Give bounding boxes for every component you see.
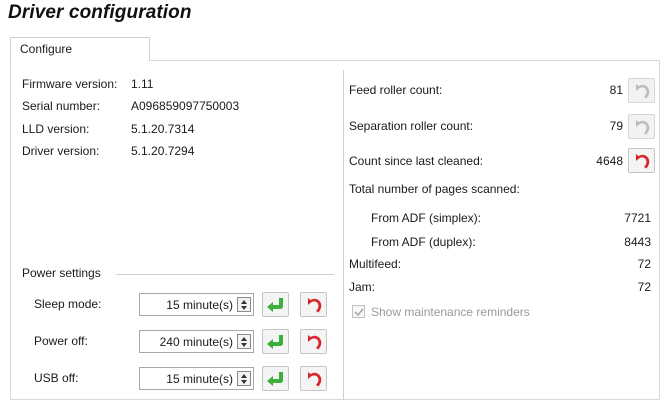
- count-since-cleaned-label: Count since last cleaned:: [349, 154, 484, 168]
- jam-value: 72: [637, 280, 651, 294]
- adf-duplex-value: 8443: [624, 235, 651, 249]
- power-settings-divider: [116, 274, 334, 275]
- separation-roller-value: 79: [609, 119, 623, 133]
- power-off-reset-button[interactable]: [300, 329, 327, 354]
- separation-roller-label: Separation roller count:: [349, 119, 474, 133]
- separation-roller-reset-button[interactable]: [628, 114, 655, 139]
- sleep-mode-spinbox[interactable]: 15 minute(s): [139, 293, 254, 316]
- usb-off-value: 15 minute(s): [166, 372, 233, 386]
- adf-duplex-label: From ADF (duplex):: [371, 235, 476, 249]
- page-title: Driver configuration: [8, 2, 192, 23]
- serial-label: Serial number:: [22, 99, 101, 113]
- count-since-cleaned-value: 4648: [596, 154, 623, 168]
- multifeed-label: Multifeed:: [349, 257, 402, 271]
- feed-roller-label: Feed roller count:: [349, 83, 443, 97]
- adf-simplex-label: From ADF (simplex):: [371, 211, 482, 225]
- gray-undo-arrow-icon: [636, 84, 650, 99]
- maintenance-reminders-checkbox[interactable]: [352, 305, 365, 318]
- spin-arrows-icon[interactable]: [237, 371, 251, 386]
- red-undo-arrow-icon: [308, 372, 322, 387]
- green-check-arrow-icon: [267, 372, 283, 386]
- power-settings-label: Power settings: [22, 266, 101, 280]
- red-undo-arrow-icon: [308, 298, 322, 313]
- adf-simplex-value: 7721: [624, 211, 651, 225]
- firmware-label: Firmware version:: [22, 77, 118, 91]
- tab-configure[interactable]: Configure: [10, 37, 150, 61]
- configure-panel: [10, 60, 660, 400]
- spin-arrows-icon[interactable]: [237, 297, 251, 312]
- sleep-mode-label: Sleep mode:: [34, 297, 102, 311]
- green-check-arrow-icon: [267, 335, 283, 349]
- usb-off-spinbox[interactable]: 15 minute(s): [139, 367, 254, 390]
- driver-value: 5.1.20.7294: [131, 144, 195, 158]
- driver-label: Driver version:: [22, 144, 100, 158]
- red-undo-arrow-icon: [636, 154, 650, 169]
- jam-label: Jam:: [349, 280, 376, 294]
- firmware-value: 1.11: [131, 77, 154, 91]
- red-undo-arrow-icon: [308, 335, 322, 350]
- sleep-mode-value: 15 minute(s): [166, 298, 233, 312]
- serial-value: A096859097750003: [131, 99, 240, 113]
- lld-value: 5.1.20.7314: [131, 122, 195, 136]
- power-off-value: 240 minute(s): [159, 335, 233, 349]
- sleep-apply-button[interactable]: [262, 292, 289, 317]
- feed-roller-value: 81: [609, 83, 623, 97]
- spin-arrows-icon[interactable]: [237, 334, 251, 349]
- maintenance-reminders-label: Show maintenance reminders: [371, 305, 530, 319]
- sleep-reset-button[interactable]: [300, 292, 327, 317]
- multifeed-value: 72: [637, 257, 651, 271]
- gray-undo-arrow-icon: [636, 120, 650, 135]
- total-pages-label: Total number of pages scanned:: [349, 182, 520, 196]
- power-off-spinbox[interactable]: 240 minute(s): [139, 330, 254, 353]
- usb-off-apply-button[interactable]: [262, 366, 289, 391]
- checkmark-icon: [354, 308, 364, 317]
- usb-off-reset-button[interactable]: [300, 366, 327, 391]
- green-check-arrow-icon: [267, 298, 283, 312]
- power-off-apply-button[interactable]: [262, 329, 289, 354]
- count-since-cleaned-reset-button[interactable]: [628, 148, 655, 173]
- panel-divider: [343, 70, 344, 400]
- usb-off-label: USB off:: [34, 371, 79, 385]
- feed-roller-reset-button[interactable]: [628, 78, 655, 103]
- lld-label: LLD version:: [22, 122, 90, 136]
- power-off-label: Power off:: [34, 334, 88, 348]
